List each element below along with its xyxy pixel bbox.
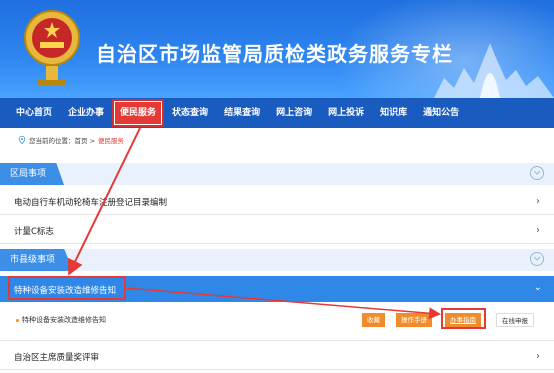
chevron-right-icon: › xyxy=(536,225,540,236)
service-item-label: 特种设备安装改造维修告知 xyxy=(22,316,106,324)
nav-item-online-consult[interactable]: 网上咨询 xyxy=(268,98,320,128)
highlight-box xyxy=(441,308,486,329)
main-nav: 中心首页 企业办事 便民服务 状态查询 结果查询 网上咨询 网上投诉 知识库 通… xyxy=(0,98,554,128)
list-item-label: 电动自行车机动轮椅车注册登记目录编制 xyxy=(14,198,168,208)
manual-button[interactable]: 操作手册 xyxy=(396,313,432,327)
highlight-box xyxy=(8,276,126,300)
banner-title: 自治区市场监管局质检类政务服务专栏 xyxy=(96,42,453,66)
header-banner: 自治区市场监管局质检类政务服务专栏 xyxy=(0,0,554,98)
skyline-icon xyxy=(434,43,554,98)
nav-item-knowledge[interactable]: 知识库 xyxy=(372,98,415,128)
online-apply-button[interactable]: 在线申报 xyxy=(496,313,534,327)
nav-item-status-query[interactable]: 状态查询 xyxy=(164,98,216,128)
nav-item-home[interactable]: 中心首页 xyxy=(8,98,60,128)
breadcrumb: 您当前的位置：首页 > 便民服务 xyxy=(18,135,124,145)
section-city-label: 市县级事项 xyxy=(0,249,74,271)
collapse-icon[interactable] xyxy=(530,252,544,266)
list-item-label: 自治区主席质量奖评审 xyxy=(14,353,100,363)
section-district[interactable]: 区局事项 xyxy=(0,163,554,185)
section-city[interactable]: 市县级事项 xyxy=(0,249,554,271)
chevron-down-icon: ⌄ xyxy=(533,282,542,293)
nav-item-public-service[interactable]: 便民服务 xyxy=(112,99,165,127)
chevron-right-icon: › xyxy=(536,196,540,207)
nav-item-enterprise[interactable]: 企业办事 xyxy=(60,98,112,128)
nav-item-notice[interactable]: 通知公告 xyxy=(415,98,467,128)
nav-item-result-query[interactable]: 结果查询 xyxy=(216,98,268,128)
bullet-icon xyxy=(16,319,19,322)
list-item-label: 计量C标志 xyxy=(14,227,54,237)
list-item[interactable]: 自治区主席质量奖评审 › xyxy=(0,343,554,370)
breadcrumb-current[interactable]: 便民服务 xyxy=(98,135,124,145)
chevron-right-icon: › xyxy=(536,351,540,362)
nav-item-online-complaint[interactable]: 网上投诉 xyxy=(320,98,372,128)
breadcrumb-prefix: 您当前的位置：首页 > xyxy=(29,137,96,145)
emblem-icon xyxy=(24,10,80,85)
list-item[interactable]: 计量C标志 › xyxy=(0,217,554,244)
section-district-label: 区局事项 xyxy=(0,163,65,185)
favorite-button[interactable]: 收藏 xyxy=(362,313,385,327)
location-icon xyxy=(18,136,26,144)
list-item[interactable]: 电动自行车机动轮椅车注册登记目录编制 › xyxy=(0,188,554,215)
collapse-icon[interactable] xyxy=(530,166,544,180)
